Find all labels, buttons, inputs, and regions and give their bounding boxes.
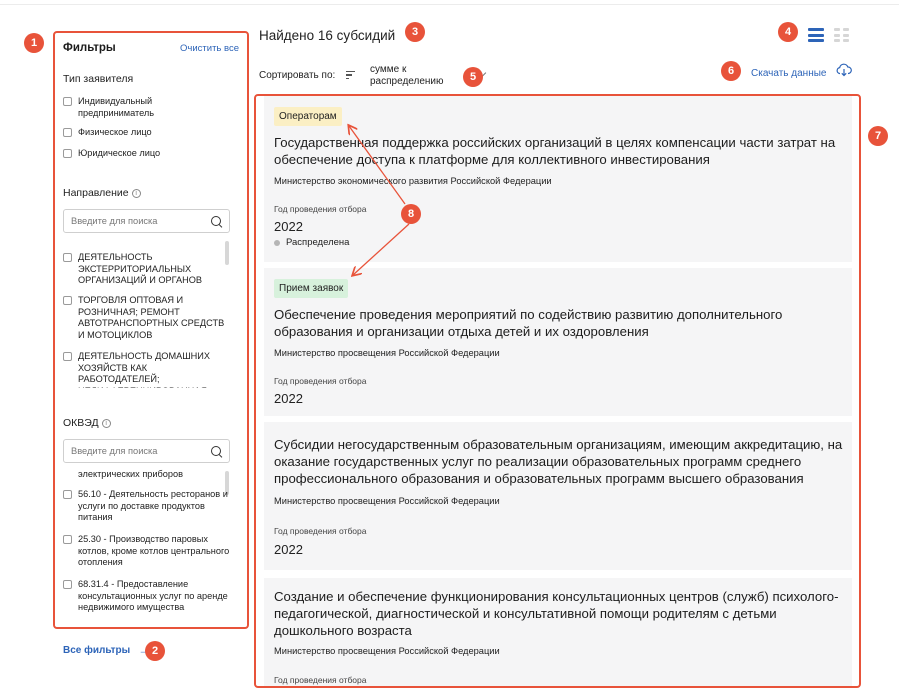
card-year: 2022 <box>274 219 303 234</box>
cloud-download-icon[interactable] <box>836 63 852 77</box>
card-ministry: Министерство просвещения Российской Феде… <box>274 646 500 656</box>
okved-options-list: электрических приборов 56.10 - Деятельно… <box>55 469 247 627</box>
checkbox-label: Юридическое лицо <box>78 148 161 158</box>
all-filters-label: Все фильтры <box>63 644 131 656</box>
direction-title-text: Направление <box>63 187 129 199</box>
card-title[interactable]: Государственная поддержка российских орг… <box>274 134 844 168</box>
direction-option[interactable]: ДЕЯТЕЛЬНОСТЬ ЭКСТЕРРИТОРИАЛЬНЫХ ОРГАНИЗА… <box>63 252 235 287</box>
clear-all-link[interactable]: Очистить все <box>180 43 239 54</box>
search-icon <box>211 445 222 457</box>
annotation-marker-4: 4 <box>778 22 798 42</box>
list-view-icon[interactable] <box>808 28 824 42</box>
applicant-type-title: Тип заявителя <box>63 73 134 85</box>
checkbox[interactable] <box>63 535 72 544</box>
checkbox[interactable] <box>63 296 72 305</box>
checkbox-label: ТОРГОВЛЯ ОПТОВАЯ И РОЗНИЧНАЯ; РЕМОНТ АВТ… <box>78 295 225 340</box>
card-title[interactable]: Обеспечение проведения мероприятий по со… <box>274 306 844 340</box>
results-count: Найдено 16 субсидий <box>259 28 396 43</box>
download-label: Скачать данные <box>751 68 827 79</box>
filters-title: Фильтры <box>63 42 116 54</box>
top-divider <box>0 4 899 5</box>
card-year-label: Год проведения отбора <box>274 204 367 214</box>
checkbox[interactable] <box>63 97 72 106</box>
subsidy-card[interactable]: Субсидии негосударственным образовательн… <box>264 422 852 570</box>
okved-title: ОКВЭД i <box>63 417 111 429</box>
info-icon[interactable]: i <box>101 419 111 428</box>
direction-options-list: ДЕЯТЕЛЬНОСТЬ ЭКСТЕРРИТОРИАЛЬНЫХ ОРГАНИЗА… <box>55 248 247 388</box>
sort-icon[interactable] <box>346 71 355 79</box>
card-ministry: Министерство просвещения Российской Феде… <box>274 348 500 358</box>
search-placeholder: Введите для поиска <box>71 446 158 456</box>
checkbox-label: ДЕЯТЕЛЬНОСТЬ ЭКСТЕРРИТОРИАЛЬНЫХ ОРГАНИЗА… <box>78 252 203 285</box>
okved-option[interactable]: 68.31.4 - Предоставление консультационны… <box>63 579 235 614</box>
status-dot-icon <box>274 239 280 246</box>
results-list: Операторам Государственная поддержка рос… <box>254 94 861 688</box>
search-placeholder: Введите для поиска <box>71 216 158 226</box>
subsidy-card[interactable]: Создание и обеспечение функционирования … <box>264 578 852 686</box>
status-badge: Прием заявок <box>274 279 349 298</box>
card-status: Распределена <box>274 237 349 248</box>
direction-title: Направление i <box>63 187 141 199</box>
checkbox[interactable] <box>63 490 72 499</box>
search-icon <box>211 215 222 227</box>
applicant-option-ip[interactable]: Индивидуальный предприниматель <box>63 96 235 119</box>
checkbox-label: ДЕЯТЕЛЬНОСТЬ ДОМАШНИХ ХОЗЯЙСТВ КАК РАБОТ… <box>78 351 211 388</box>
direction-option[interactable]: ДЕЯТЕЛЬНОСТЬ ДОМАШНИХ ХОЗЯЙСТВ КАК РАБОТ… <box>63 351 235 388</box>
download-data-link[interactable]: Скачать данные <box>751 68 826 79</box>
checkbox[interactable] <box>63 253 72 262</box>
applicant-option-individual[interactable]: Физическое лицо <box>63 127 235 139</box>
card-status-text: Распределена <box>286 237 350 248</box>
annotation-marker-5: 5 <box>463 67 483 87</box>
card-ministry: Министерство экономического развития Рос… <box>274 176 552 186</box>
checkbox-label: Индивидуальный предприниматель <box>78 96 155 118</box>
card-year: 2022 <box>274 542 303 557</box>
checkbox-label: Физическое лицо <box>78 127 152 137</box>
checkbox[interactable] <box>63 580 72 589</box>
card-year: 2022 <box>274 391 303 406</box>
card-year-label: Год проведения отбора <box>274 675 367 685</box>
checkbox[interactable] <box>63 128 72 137</box>
direction-search-input[interactable]: Введите для поиска <box>63 209 230 233</box>
info-icon[interactable]: i <box>131 189 141 198</box>
card-year-label: Год проведения отбора <box>274 526 367 536</box>
okved-option[interactable]: 56.10 - Деятельность ресторанов и услуги… <box>63 489 235 524</box>
checkbox[interactable] <box>63 149 72 158</box>
subsidy-card[interactable]: Прием заявок Обеспечение проведения меро… <box>264 268 852 416</box>
card-ministry: Министерство просвещения Российской Феде… <box>274 496 500 506</box>
okved-search-input[interactable]: Введите для поиска <box>63 439 230 463</box>
annotation-marker-8: 8 <box>401 204 421 224</box>
okved-option[interactable]: 25.30 - Производство паровых котлов, кро… <box>63 534 235 569</box>
sort-dropdown[interactable]: сумме к распределению <box>370 64 462 88</box>
sort-label: Сортировать по: <box>259 70 336 81</box>
card-title[interactable]: Создание и обеспечение функционирования … <box>274 588 844 639</box>
annotation-marker-6: 6 <box>721 61 741 81</box>
okved-option-partial[interactable]: электрических приборов <box>63 469 235 481</box>
filters-panel: Фильтры Очистить все Тип заявителя Индив… <box>53 31 249 629</box>
okved-title-text: ОКВЭД <box>63 417 99 429</box>
checkbox[interactable] <box>63 352 72 361</box>
subsidy-card[interactable]: Операторам Государственная поддержка рос… <box>264 96 852 262</box>
card-year-label: Год проведения отбора <box>274 376 367 386</box>
grid-view-icon[interactable] <box>834 28 849 42</box>
annotation-marker-3: 3 <box>405 22 425 42</box>
annotation-marker-2: 2 <box>145 641 165 661</box>
checkbox-label: 68.31.4 - Предоставление консультационны… <box>78 579 228 612</box>
applicant-option-legal[interactable]: Юридическое лицо <box>63 148 235 160</box>
checkbox-label: электрических приборов <box>78 469 184 479</box>
annotation-marker-7: 7 <box>868 126 888 146</box>
checkbox-label: 56.10 - Деятельность ресторанов и услуги… <box>78 489 228 522</box>
status-badge: Операторам <box>274 107 342 126</box>
checkbox-label: 25.30 - Производство паровых котлов, кро… <box>78 534 230 567</box>
all-filters-link[interactable]: Все фильтры→ <box>63 643 150 657</box>
direction-option[interactable]: ТОРГОВЛЯ ОПТОВАЯ И РОЗНИЧНАЯ; РЕМОНТ АВТ… <box>63 295 235 341</box>
card-title[interactable]: Субсидии негосударственным образовательн… <box>274 436 844 487</box>
annotation-marker-1: 1 <box>24 33 44 53</box>
filters-header: Фильтры Очистить все <box>63 42 239 54</box>
